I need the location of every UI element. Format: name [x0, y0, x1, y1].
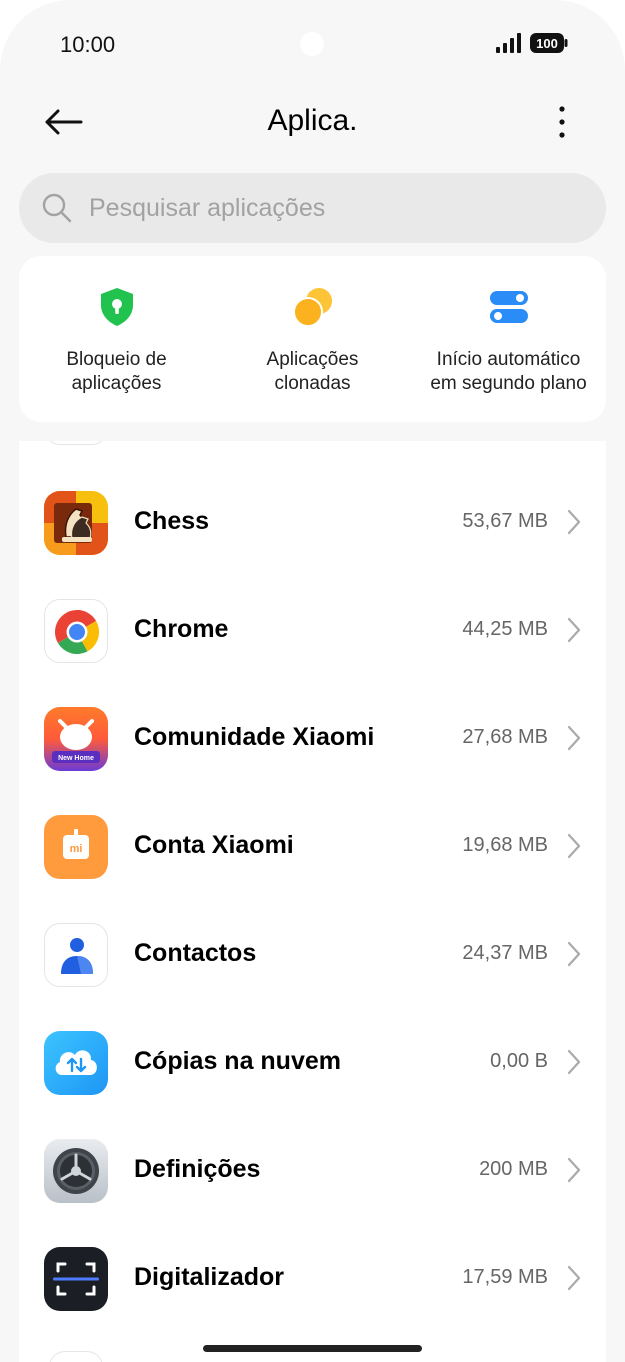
- home-indicator[interactable]: [203, 1345, 422, 1352]
- chevron-right-icon: [567, 833, 581, 859]
- app-name: Chess: [134, 507, 210, 535]
- app-row-contacts[interactable]: Contactos 24,37 MB: [19, 901, 606, 1009]
- battery-icon: 100: [530, 33, 568, 53]
- app-row-scanner[interactable]: Digitalizador 17,59 MB: [19, 1225, 606, 1333]
- contacts-icon: [44, 923, 108, 987]
- app-size: 27,68 MB: [462, 726, 548, 748]
- app-row-xiaomi-community[interactable]: New Home Comunidade Xiaomi 27,68 MB: [19, 685, 606, 793]
- app-row-chess[interactable]: Chess 53,67 MB: [19, 469, 606, 577]
- app-row-settings[interactable]: Definições 200 MB: [19, 1117, 606, 1225]
- top-app-bar: Aplica.: [0, 92, 625, 152]
- settings-gear-icon: [44, 1139, 108, 1203]
- chevron-right-icon: [567, 509, 581, 535]
- page-title: Aplica.: [267, 104, 358, 137]
- app-size: 24,37 MB: [462, 942, 548, 964]
- app-size: 44,25 MB: [462, 618, 548, 640]
- partial-app-icon: [49, 1351, 103, 1362]
- shortcuts-card: Bloqueio de aplicações Aplicações clonad…: [19, 256, 606, 422]
- app-lock-shortcut[interactable]: Bloqueio de aplicações: [19, 286, 214, 396]
- shortcut-label: Aplicações clonadas: [266, 349, 359, 394]
- chevron-right-icon: [567, 941, 581, 967]
- phone-screen: 10:00 100 Aplica. Pesquisar aplicações B…: [0, 0, 625, 1362]
- app-size: 17,59 MB: [462, 1266, 548, 1288]
- signal-icon: [496, 33, 521, 53]
- partial-app-icon: [44, 441, 108, 445]
- app-name: Digitalizador: [134, 1263, 285, 1291]
- app-row-xiaomi-account[interactable]: mi Conta Xiaomi 19,68 MB: [19, 793, 606, 901]
- chevron-right-icon: [567, 1049, 581, 1075]
- app-size: 53,67 MB: [462, 510, 548, 532]
- shortcut-label: Início automático em segundo plano: [430, 349, 587, 394]
- cloud-backup-icon: [44, 1031, 108, 1095]
- app-list: Chess 53,67 MB Chrome 44,25 MB New Home …: [19, 441, 606, 1362]
- more-options-button[interactable]: [540, 100, 584, 144]
- battery-level: 100: [536, 36, 558, 51]
- clone-circles-icon: [292, 288, 332, 327]
- app-row-chrome[interactable]: Chrome 44,25 MB: [19, 577, 606, 685]
- app-name: Contactos: [134, 939, 257, 967]
- camera-cutout: [300, 32, 324, 56]
- search-input[interactable]: [89, 193, 569, 223]
- app-name: Cópias na nuvem: [134, 1047, 341, 1075]
- app-size: 0,00 B: [490, 1050, 548, 1072]
- chevron-right-icon: [567, 1157, 581, 1183]
- cloned-apps-shortcut[interactable]: Aplicações clonadas: [215, 286, 410, 396]
- toggles-icon: [489, 291, 528, 323]
- status-time: 10:00: [60, 32, 116, 57]
- chevron-right-icon: [567, 725, 581, 751]
- autostart-shortcut[interactable]: Início automático em segundo plano: [411, 286, 606, 396]
- scanner-icon: [44, 1247, 108, 1311]
- shield-lock-icon: [100, 288, 133, 326]
- xiaomi-community-icon: New Home: [44, 707, 108, 771]
- chevron-right-icon: [567, 617, 581, 643]
- search-icon: [42, 193, 72, 223]
- app-size: 200 MB: [479, 1158, 548, 1180]
- chevron-right-icon: [567, 1265, 581, 1291]
- app-name: Conta Xiaomi: [134, 831, 294, 859]
- chrome-icon: [44, 599, 108, 663]
- more-vertical-icon: [559, 106, 565, 138]
- status-bar: 10:00 100: [0, 26, 625, 62]
- app-size: 19,68 MB: [462, 834, 548, 856]
- search-bar[interactable]: [19, 173, 606, 243]
- shortcut-label: Bloqueio de aplicações: [66, 349, 167, 394]
- xiaomi-account-icon: mi: [44, 815, 108, 879]
- icon-text: mi: [70, 843, 83, 855]
- app-name: Definições: [134, 1155, 261, 1183]
- icon-text: New Home: [58, 755, 94, 762]
- app-row-cloud-backup[interactable]: Cópias na nuvem 0,00 B: [19, 1009, 606, 1117]
- app-name: Chrome: [134, 615, 229, 643]
- app-name: Comunidade Xiaomi: [134, 723, 375, 751]
- chess-icon: [44, 491, 108, 555]
